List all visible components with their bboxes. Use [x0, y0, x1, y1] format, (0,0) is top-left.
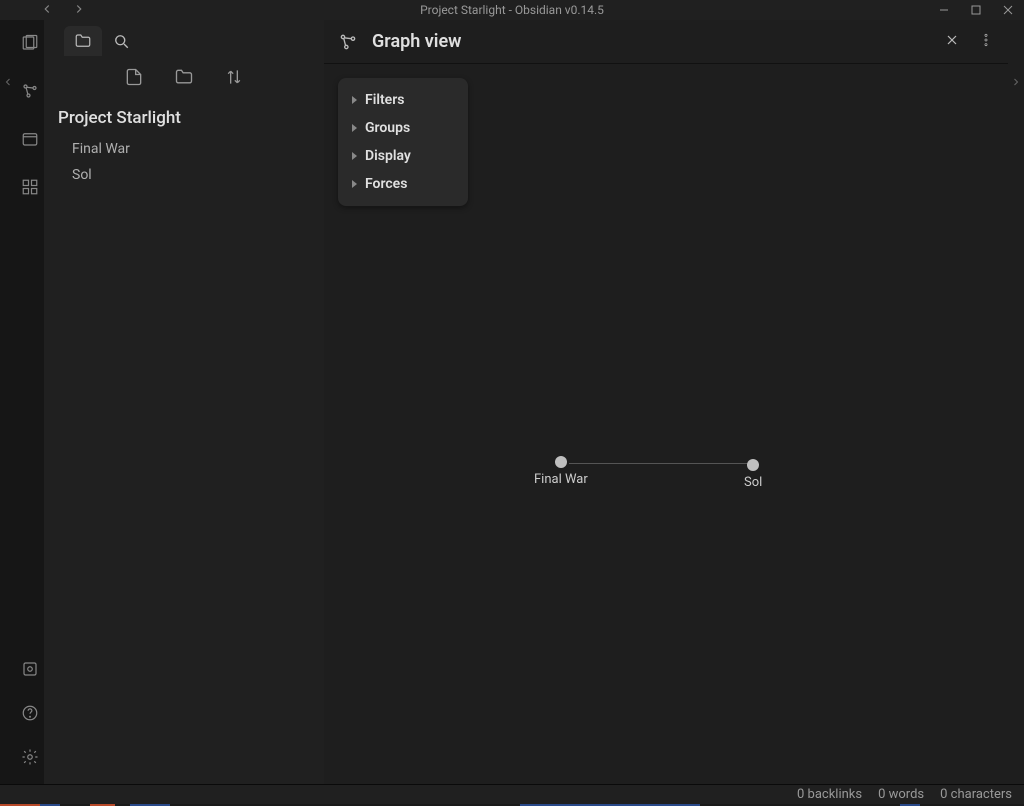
settings-icon[interactable]: [21, 748, 39, 770]
graph-control-groups[interactable]: Groups: [338, 114, 468, 142]
chevron-right-icon: [352, 180, 357, 188]
graph-control-label: Groups: [365, 120, 410, 136]
window-minimize-button[interactable]: [928, 0, 960, 20]
file-item[interactable]: Sol: [44, 162, 324, 188]
graph-control-display[interactable]: Display: [338, 142, 468, 170]
node-label: Final War: [534, 472, 588, 487]
more-options-icon[interactable]: [978, 32, 994, 52]
graph-canvas[interactable]: Filters Groups Display Forces Final War …: [324, 64, 1008, 784]
tab-search[interactable]: [102, 26, 140, 56]
node-label: Sol: [744, 475, 762, 490]
node-dot-icon: [555, 456, 567, 468]
status-bar: 0 backlinks 0 words 0 characters: [0, 784, 1024, 804]
ribbon: [16, 20, 44, 784]
graph-control-label: Filters: [365, 92, 404, 108]
view-title: Graph view: [372, 31, 930, 52]
close-view-icon[interactable]: [944, 32, 960, 52]
new-folder-icon[interactable]: [174, 67, 194, 91]
main-pane: Graph view Filters Groups Display Forces…: [324, 20, 1008, 784]
window-maximize-button[interactable]: [960, 0, 992, 20]
chevron-right-icon: [352, 124, 357, 132]
graph-controls-panel: Filters Groups Display Forces: [338, 78, 468, 206]
nav-back-icon[interactable]: [40, 2, 54, 19]
file-item[interactable]: Final War: [44, 136, 324, 162]
graph-edge: [569, 463, 749, 464]
graph-control-forces[interactable]: Forces: [338, 170, 468, 198]
graph-view-icon: [338, 32, 358, 52]
sort-icon[interactable]: [224, 67, 244, 91]
chevron-right-icon: [352, 152, 357, 160]
view-header: Graph view: [324, 20, 1008, 64]
collapse-right-button[interactable]: [1008, 20, 1024, 784]
graph-control-label: Display: [365, 148, 411, 164]
status-chars: 0 characters: [940, 787, 1012, 802]
vault-title: Project Starlight: [44, 102, 324, 136]
collapse-left-button[interactable]: [0, 20, 16, 784]
tab-files[interactable]: [64, 26, 102, 56]
node-dot-icon: [747, 459, 759, 471]
titlebar: Project Starlight - Obsidian v0.14.5: [0, 0, 1024, 20]
new-note-icon[interactable]: [124, 67, 144, 91]
quick-switcher-icon[interactable]: [21, 34, 39, 56]
graph-control-filters[interactable]: Filters: [338, 86, 468, 114]
daily-note-icon[interactable]: [21, 130, 39, 152]
window-close-button[interactable]: [992, 0, 1024, 20]
status-words: 0 words: [878, 787, 924, 802]
file-explorer: Project Starlight Final War Sol: [44, 20, 324, 784]
nav-forward-icon[interactable]: [72, 2, 86, 19]
help-icon[interactable]: [21, 704, 39, 726]
vault-icon[interactable]: [21, 660, 39, 682]
window-title: Project Starlight - Obsidian v0.14.5: [0, 3, 1024, 17]
template-icon[interactable]: [21, 178, 39, 200]
status-backlinks: 0 backlinks: [797, 787, 862, 802]
graph-node[interactable]: Final War: [534, 456, 588, 487]
chevron-right-icon: [352, 96, 357, 104]
graph-icon[interactable]: [21, 82, 39, 104]
graph-node[interactable]: Sol: [744, 459, 762, 490]
explorer-toolbar: [44, 56, 324, 102]
graph-control-label: Forces: [365, 176, 407, 192]
